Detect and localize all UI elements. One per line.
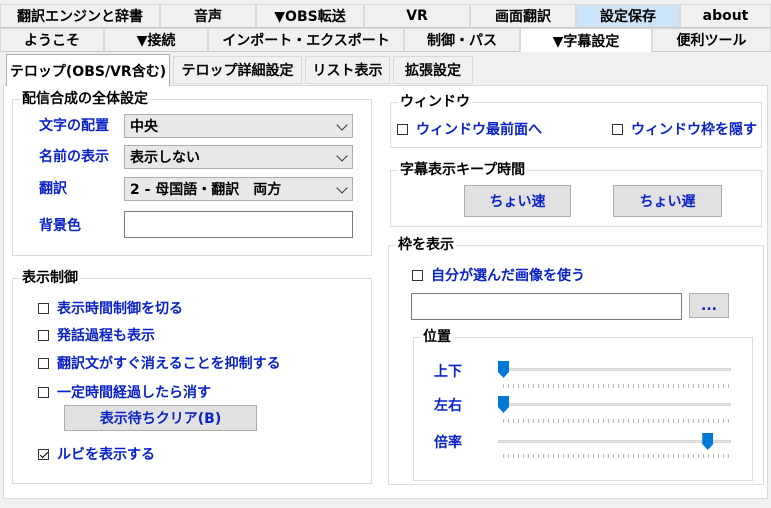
tab-row-1: 翻訳エンジンと辞書 音声 ▼OBS転送 VR 画面翻訳 設定保存 about [0, 4, 771, 28]
auto-clear-checkbox[interactable]: 一定時間経過したら消す [38, 383, 211, 401]
show-speech-process-checkbox[interactable]: 発話過程も表示 [38, 326, 155, 344]
frame-group-title: 枠を表示 [396, 237, 456, 253]
name-display-label: 名前の表示 [39, 149, 109, 165]
subtab-telop[interactable]: テロップ(OBS/VR含む) [6, 54, 170, 86]
checkbox-box-checked[interactable] [38, 448, 49, 460]
tab-control-path[interactable]: 制御・パス [404, 28, 520, 52]
position-group [413, 337, 753, 481]
subtab-telop-detail[interactable]: テロップ詳細設定 [173, 56, 302, 84]
updown-ticks [503, 384, 729, 388]
updown-slider[interactable] [498, 368, 731, 371]
bg-color-field[interactable] [124, 211, 353, 238]
tab-screen-translate[interactable]: 画面翻訳 [470, 4, 576, 28]
chevron-down-icon [336, 182, 348, 194]
faster-button[interactable]: ちょい速 [464, 185, 571, 217]
checkbox-box[interactable] [612, 123, 623, 135]
suppress-vanish-label: 翻訳文がすぐ消えることを抑制する [57, 356, 281, 372]
show-ruby-checkbox[interactable]: ルビを表示する [38, 445, 155, 463]
image-path-field[interactable] [411, 293, 682, 320]
show-speech-process-label: 発話過程も表示 [57, 328, 155, 344]
tab-about[interactable]: about [680, 4, 771, 28]
slower-button[interactable]: ちょい遅 [613, 185, 722, 217]
name-display-value: 表示しない [130, 150, 200, 166]
tab-obs-transfer[interactable]: ▼OBS転送 [256, 4, 364, 28]
scale-label: 倍率 [434, 435, 462, 451]
leftright-ticks [503, 419, 729, 423]
tab-translation-engine[interactable]: 翻訳エンジンと辞書 [0, 4, 160, 28]
checkbox-box[interactable] [38, 329, 49, 341]
hide-frame-checkbox[interactable]: ウィンドウ枠を隠す [612, 120, 757, 138]
hide-frame-label: ウィンドウ枠を隠す [631, 122, 757, 138]
disable-time-control-label: 表示時間制御を切る [57, 301, 183, 317]
chevron-down-icon [336, 150, 348, 162]
tab-utility-tools[interactable]: 便利ツール [652, 28, 771, 52]
disable-time-control-checkbox[interactable]: 表示時間制御を切る [38, 299, 183, 317]
position-value: 中央 [130, 119, 158, 135]
translate-label: 翻訳 [39, 181, 67, 197]
leftright-label: 左右 [434, 398, 462, 414]
browse-button[interactable]: ... [689, 293, 729, 318]
checkbox-box[interactable] [38, 302, 49, 314]
tab-row-2: ようこそ ▼接続 インポート・エクスポート 制御・パス ▼字幕設定 便利ツール [0, 28, 771, 52]
leftright-slider[interactable] [498, 403, 731, 406]
name-display-select[interactable]: 表示しない [124, 145, 353, 169]
tab-voice[interactable]: 音声 [160, 4, 256, 28]
clear-pending-button[interactable]: 表示待ちクリア(B) [64, 405, 257, 431]
updown-label: 上下 [434, 364, 462, 380]
scale-ticks [503, 454, 729, 458]
topmost-label: ウィンドウ最前面へ [416, 122, 542, 138]
use-image-checkbox[interactable]: 自分が選んだ画像を使う [412, 266, 585, 284]
translate-value: 2 - 母国語・翻訳 両方 [130, 182, 282, 198]
checkbox-box[interactable] [397, 123, 408, 135]
scale-slider[interactable] [498, 440, 731, 443]
keep-time-title: 字幕表示キープ時間 [398, 162, 528, 178]
subtab-extended[interactable]: 拡張設定 [393, 56, 473, 84]
checkbox-box[interactable] [38, 357, 49, 369]
checkbox-box[interactable] [38, 386, 49, 398]
tab-save-settings[interactable]: 設定保存 [576, 4, 680, 28]
compose-group-title: 配信合成の全体設定 [20, 91, 150, 107]
tab-subtitle-settings[interactable]: ▼字幕設定 [520, 28, 652, 52]
topmost-checkbox[interactable]: ウィンドウ最前面へ [397, 120, 542, 138]
chevron-down-icon [336, 119, 348, 131]
suppress-vanish-checkbox[interactable]: 翻訳文がすぐ消えることを抑制する [38, 354, 281, 372]
tab-welcome[interactable]: ようこそ [0, 28, 104, 52]
tab-vr[interactable]: VR [364, 4, 470, 28]
show-ruby-label: ルビを表示する [57, 447, 155, 463]
use-image-label: 自分が選んだ画像を使う [431, 268, 585, 284]
position-select[interactable]: 中央 [124, 114, 353, 138]
auto-clear-label: 一定時間経過したら消す [57, 385, 211, 401]
tab-connect[interactable]: ▼接続 [104, 28, 208, 52]
bg-color-label: 背景色 [39, 218, 81, 234]
tab-import-export[interactable]: インポート・エクスポート [208, 28, 404, 52]
subtab-list-view[interactable]: リスト表示 [305, 56, 390, 84]
position-group-title: 位置 [421, 329, 453, 345]
position-label: 文字の配置 [39, 118, 109, 134]
translate-select[interactable]: 2 - 母国語・翻訳 両方 [124, 177, 353, 201]
window-group-title: ウィンドウ [398, 94, 472, 110]
display-control-title: 表示制御 [20, 270, 80, 286]
checkbox-box[interactable] [412, 269, 423, 281]
